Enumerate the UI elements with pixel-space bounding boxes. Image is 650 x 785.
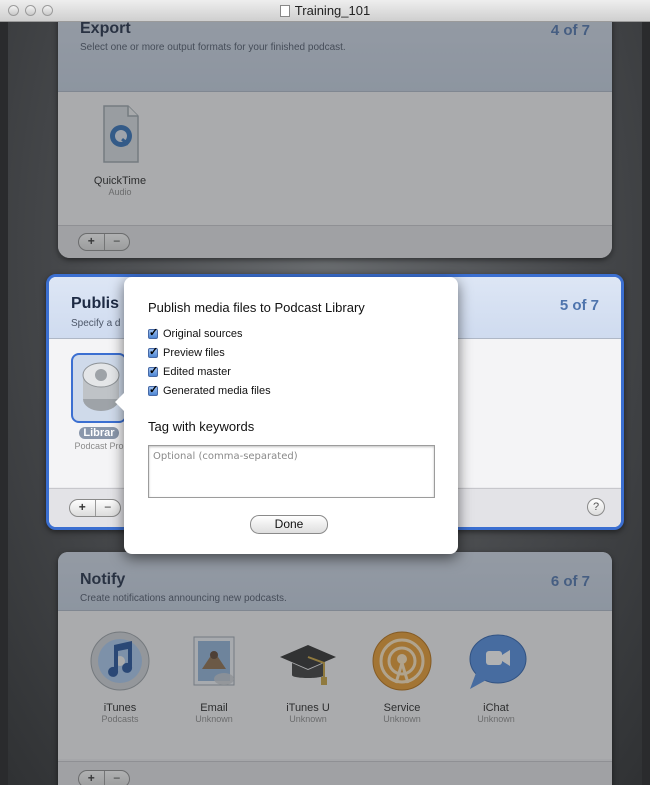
export-title: Export xyxy=(80,22,131,37)
publish-step: 5 of 7 xyxy=(559,297,599,314)
window-title-area: Training_101 xyxy=(0,3,650,18)
notify-add-remove[interactable]: + − xyxy=(78,770,130,785)
publish-options-sheet: Publish media files to Podcast Library O… xyxy=(115,277,458,554)
quicktime-sublabel: Audio xyxy=(108,187,132,197)
export-subtitle: Select one or more output formats for yo… xyxy=(80,42,346,53)
export-footer: + − xyxy=(58,225,612,258)
ichat-sublabel: Unknown xyxy=(477,714,515,724)
email-icon xyxy=(193,636,235,686)
quicktime-label: QuickTime xyxy=(93,175,147,187)
document-icon xyxy=(279,5,290,17)
notify-step: 6 of 7 xyxy=(550,573,590,590)
keywords-heading: Tag with keywords xyxy=(148,419,255,434)
export-header: Export Select one or more output formats… xyxy=(58,22,612,92)
publish-add-remove[interactable]: + − xyxy=(69,499,121,517)
notify-body: iTunes Podcasts Email Unknown iTunes U U… xyxy=(58,611,612,759)
notify-subtitle: Create notifications announcing new podc… xyxy=(80,593,287,604)
itunes-icon xyxy=(90,631,150,691)
notify-header: Notify Create notifications announcing n… xyxy=(58,552,612,611)
service-icon xyxy=(372,631,432,691)
checkbox-checked-icon xyxy=(148,364,158,377)
itunes-label: iTunes xyxy=(103,702,137,714)
notify-remove-button[interactable]: − xyxy=(103,771,130,785)
service-label: Service xyxy=(383,702,421,714)
notify-add-button[interactable]: + xyxy=(79,771,104,785)
notify-title: Notify xyxy=(80,571,126,588)
ichat-label: iChat xyxy=(483,702,509,714)
edited-master-checkbox[interactable]: Edited master xyxy=(148,364,231,378)
library-sublabel: Podcast Pro xyxy=(74,441,124,451)
notify-footer: + − xyxy=(58,761,612,785)
itunes-u-sublabel: Unknown xyxy=(289,714,327,724)
checkbox-label: Original sources xyxy=(163,328,243,340)
library-icon-frame xyxy=(71,353,127,423)
original-sources-checkbox[interactable]: Original sources xyxy=(148,326,243,340)
itunes-item[interactable]: iTunes Podcasts xyxy=(80,629,160,724)
checkbox-label: Edited master xyxy=(163,366,231,378)
export-remove-button[interactable]: − xyxy=(103,234,130,250)
checkbox-checked-icon xyxy=(148,345,158,358)
email-label: Email xyxy=(200,702,228,714)
generated-media-checkbox[interactable]: Generated media files xyxy=(148,383,271,397)
sheet-heading: Publish media files to Podcast Library xyxy=(148,300,365,315)
window-title: Training_101 xyxy=(294,3,371,18)
export-card: Export Select one or more output formats… xyxy=(58,22,612,258)
left-shadow xyxy=(0,22,8,785)
service-item[interactable]: Service Unknown xyxy=(362,629,442,724)
keywords-field[interactable]: Optional (comma-separated) xyxy=(148,445,435,498)
itunes-u-label: iTunes U xyxy=(286,702,330,714)
itunes-sublabel: Podcasts xyxy=(101,714,139,724)
notify-card: Notify Create notifications announcing n… xyxy=(58,552,612,785)
preview-files-checkbox[interactable]: Preview files xyxy=(148,345,225,359)
email-item[interactable]: Email Unknown xyxy=(174,629,254,724)
itunes-u-icon xyxy=(280,645,336,685)
publish-title: Publis xyxy=(71,295,120,312)
export-add-button[interactable]: + xyxy=(79,234,104,250)
done-button[interactable]: Done xyxy=(250,515,328,534)
ichat-item[interactable]: iChat Unknown xyxy=(456,629,536,724)
publish-remove-button[interactable]: − xyxy=(94,500,121,516)
ichat-icon xyxy=(469,634,527,689)
help-button[interactable]: ? xyxy=(587,498,605,516)
publish-subtitle: Specify a d xyxy=(71,318,121,329)
checkbox-checked-icon xyxy=(148,383,158,396)
export-body: QuickTime Audio xyxy=(58,92,612,225)
sheet-pointer xyxy=(115,393,124,411)
email-sublabel: Unknown xyxy=(195,714,233,724)
quicktime-icon xyxy=(103,105,139,163)
window-titlebar: Training_101 xyxy=(0,0,650,22)
checkbox-label: Preview files xyxy=(163,347,225,359)
export-add-remove[interactable]: + − xyxy=(78,233,130,251)
right-shadow xyxy=(642,22,650,785)
service-sublabel: Unknown xyxy=(383,714,421,724)
export-step: 4 of 7 xyxy=(550,22,590,39)
checkbox-label: Generated media files xyxy=(163,385,271,397)
publish-add-button[interactable]: + xyxy=(70,500,95,516)
library-label: Librar xyxy=(79,427,119,439)
itunes-u-item[interactable]: iTunes U Unknown xyxy=(268,629,348,724)
quicktime-item[interactable]: QuickTime Audio xyxy=(80,102,160,197)
checkbox-checked-icon xyxy=(148,326,158,339)
